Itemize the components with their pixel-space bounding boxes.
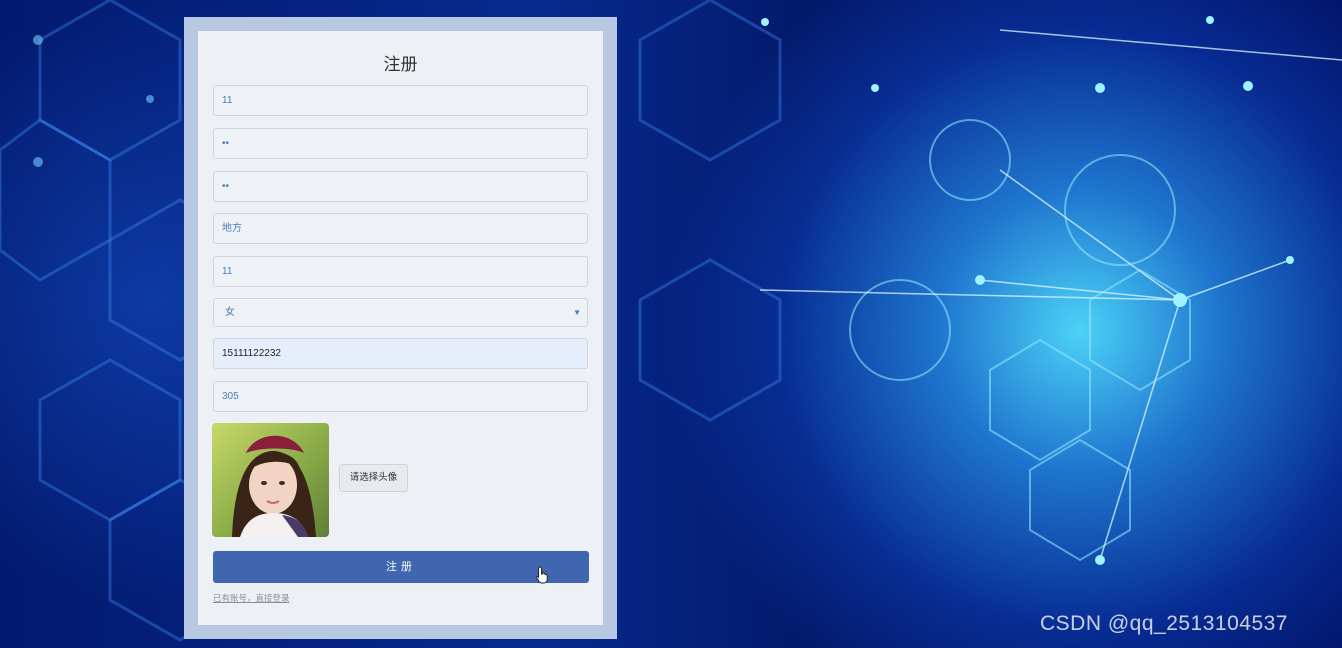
- csdn-watermark: CSDN @qq_2513104537: [1040, 612, 1288, 635]
- register-button[interactable]: 注册: [213, 551, 589, 583]
- age-input[interactable]: 11: [213, 256, 588, 287]
- gender-select-value: 女: [225, 307, 235, 318]
- confirm-password-input[interactable]: ••: [213, 171, 588, 202]
- address-input[interactable]: 地方: [213, 213, 588, 244]
- form-title: 注册: [383, 55, 418, 75]
- chevron-down-icon: ▼: [573, 308, 581, 317]
- phone-input[interactable]: 15111122232: [213, 338, 588, 369]
- room-input[interactable]: 305: [213, 381, 588, 412]
- choose-avatar-button[interactable]: 请选择头像: [339, 464, 408, 492]
- password-input[interactable]: ••: [213, 128, 588, 159]
- avatar-preview: [212, 423, 329, 537]
- hand-pointer-icon: [536, 566, 548, 584]
- username-input[interactable]: 11: [213, 85, 588, 116]
- login-link[interactable]: 已有账号，直接登录: [213, 592, 290, 604]
- gender-select[interactable]: 女 ▼: [213, 298, 588, 327]
